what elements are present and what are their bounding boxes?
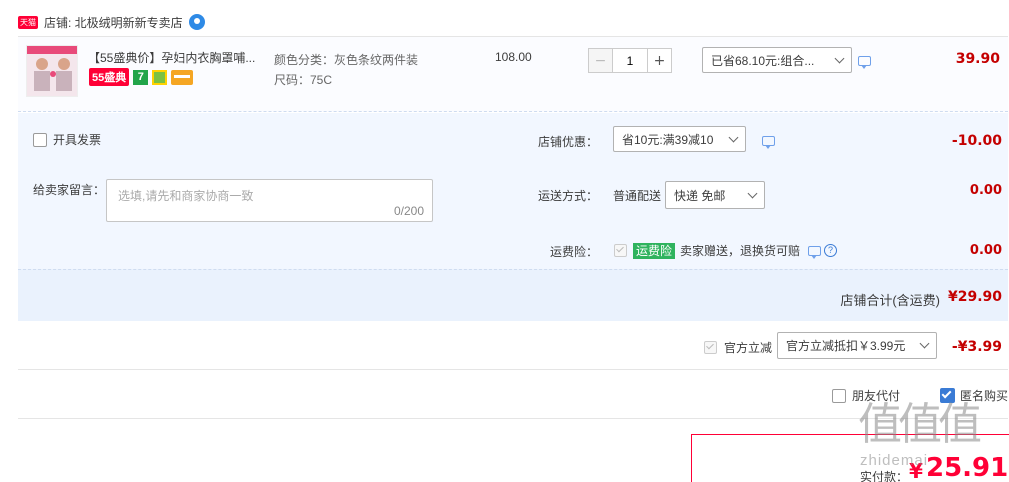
shop-discount-value: 省10元:满39减10 bbox=[622, 132, 714, 147]
shipping-label: 运送方式： bbox=[538, 189, 599, 203]
item-subtotal: 39.90 bbox=[955, 51, 1000, 67]
anonymous-option[interactable]: 匿名购买 bbox=[940, 387, 1008, 404]
invoice-checkbox[interactable] bbox=[33, 132, 47, 147]
shop-discount-amount: -10.00 bbox=[951, 133, 1002, 149]
service-icon bbox=[152, 69, 168, 85]
anonymous-checkbox[interactable] bbox=[940, 388, 955, 403]
wangwang-icon[interactable] bbox=[188, 14, 205, 30]
chevron-down-icon bbox=[834, 53, 845, 63]
shop-discount-label: 店铺优惠： bbox=[538, 135, 599, 149]
item-discount-value: 已省68.10元:组合... bbox=[711, 53, 815, 68]
actual-payment-amount: 25.91 bbox=[926, 453, 1009, 482]
product-thumbnail[interactable] bbox=[26, 45, 78, 97]
official-discount-checkbox bbox=[704, 341, 717, 354]
invoice-option[interactable]: 开具发票 bbox=[33, 131, 101, 148]
actual-payment-label: 实付款： bbox=[860, 470, 909, 482]
product-attr-color: 颜色分类：灰色条纹两件装 bbox=[274, 53, 419, 67]
friend-pay-label: 朋友代付 bbox=[852, 389, 901, 403]
insurance-amount: 0.00 bbox=[969, 243, 1002, 258]
comment-icon[interactable] bbox=[858, 56, 871, 69]
actual-payment-box: 实付款： ¥ 25.91 bbox=[691, 434, 1009, 482]
order-options-panel: 开具发票 给卖家留言： 选填,请先和商家协商一致 0/200 店铺优惠： 省10… bbox=[18, 113, 1008, 321]
official-discount-amount: -¥3.99 bbox=[951, 339, 1002, 355]
comment-icon[interactable] bbox=[808, 245, 822, 259]
insurance-tag: 运费险 bbox=[633, 242, 676, 259]
friend-pay-checkbox[interactable] bbox=[832, 388, 846, 403]
insurance-checkbox bbox=[614, 244, 627, 257]
message-label: 给卖家留言： bbox=[33, 183, 106, 197]
invoice-label: 开具发票 bbox=[53, 133, 102, 147]
official-discount-value: 官方立减抵扣￥3.99元 bbox=[786, 339, 906, 353]
quantity-stepper: − + bbox=[588, 48, 672, 73]
shop-discount-select[interactable]: 省10元:满39减10 bbox=[613, 126, 746, 152]
chevron-down-icon bbox=[747, 188, 758, 198]
comment-icon[interactable] bbox=[762, 136, 775, 149]
currency-symbol: ¥ bbox=[909, 459, 923, 482]
item-discount-select[interactable]: 已省68.10元:组合... bbox=[702, 47, 852, 73]
shop-header: 天猫 店铺: 北极绒明新新专卖店 bbox=[18, 12, 205, 32]
shipping-select[interactable]: 快递 免邮 bbox=[665, 181, 765, 209]
help-icon[interactable]: ? bbox=[824, 244, 838, 257]
quantity-input[interactable] bbox=[613, 48, 647, 73]
unit-price: 108.00 bbox=[495, 50, 532, 64]
shipping-select-value: 快递 免邮 bbox=[674, 188, 726, 203]
message-placeholder: 选填,请先和商家协商一致 bbox=[118, 189, 254, 203]
friend-pay-option[interactable]: 朋友代付 bbox=[832, 387, 900, 404]
credit-card-icon bbox=[171, 69, 194, 85]
shop-total-row: 店铺合计(含运费) ¥29.90 bbox=[18, 269, 1008, 321]
promo-tag: 55盛典 bbox=[89, 68, 130, 86]
tmall-badge-icon: 天猫 bbox=[18, 15, 38, 29]
product-attr-size: 尺码：75C bbox=[274, 73, 333, 87]
chevron-down-icon bbox=[728, 132, 739, 142]
shop-name[interactable]: 店铺: 北极绒明新新专卖店 bbox=[44, 14, 183, 31]
promo-badges: 55盛典 7 bbox=[89, 68, 194, 86]
official-discount-option: 官方立减 bbox=[704, 339, 772, 356]
anonymous-label: 匿名购买 bbox=[960, 389, 1009, 403]
official-discount-label: 官方立减 bbox=[724, 341, 773, 355]
insurance-option: 运费险 卖家赠送，退换货可赔 ? bbox=[614, 242, 838, 259]
seven-day-return-icon: 7 bbox=[133, 69, 149, 85]
product-title[interactable]: 【55盛典价】孕妇内衣胸罩哺... bbox=[88, 49, 263, 66]
quantity-increase-button[interactable]: + bbox=[647, 48, 672, 73]
payment-options-row: 朋友代付 匿名购买 bbox=[18, 371, 1008, 419]
message-field[interactable]: 选填,请先和商家协商一致 0/200 bbox=[106, 179, 433, 222]
official-discount-row: 官方立减 官方立减抵扣￥3.99元 -¥3.99 bbox=[18, 322, 1008, 370]
item-row: 【55盛典价】孕妇内衣胸罩哺... 55盛典 7 颜色分类：灰色条纹两件装 尺码… bbox=[18, 36, 1008, 112]
shipping-method: 普通配送 bbox=[613, 189, 662, 203]
insurance-label: 运费险： bbox=[550, 245, 599, 259]
quantity-decrease-button[interactable]: − bbox=[588, 48, 613, 73]
insurance-desc: 卖家赠送，退换货可赔 bbox=[680, 244, 801, 258]
chevron-down-icon bbox=[919, 338, 930, 349]
shipping-amount: 0.00 bbox=[969, 183, 1002, 198]
shop-total-amount: ¥29.90 bbox=[947, 289, 1002, 305]
official-discount-select[interactable]: 官方立减抵扣￥3.99元 bbox=[777, 332, 937, 359]
message-counter: 0/200 bbox=[393, 204, 424, 218]
shop-total-label: 店铺合计(含运费) bbox=[840, 293, 940, 308]
